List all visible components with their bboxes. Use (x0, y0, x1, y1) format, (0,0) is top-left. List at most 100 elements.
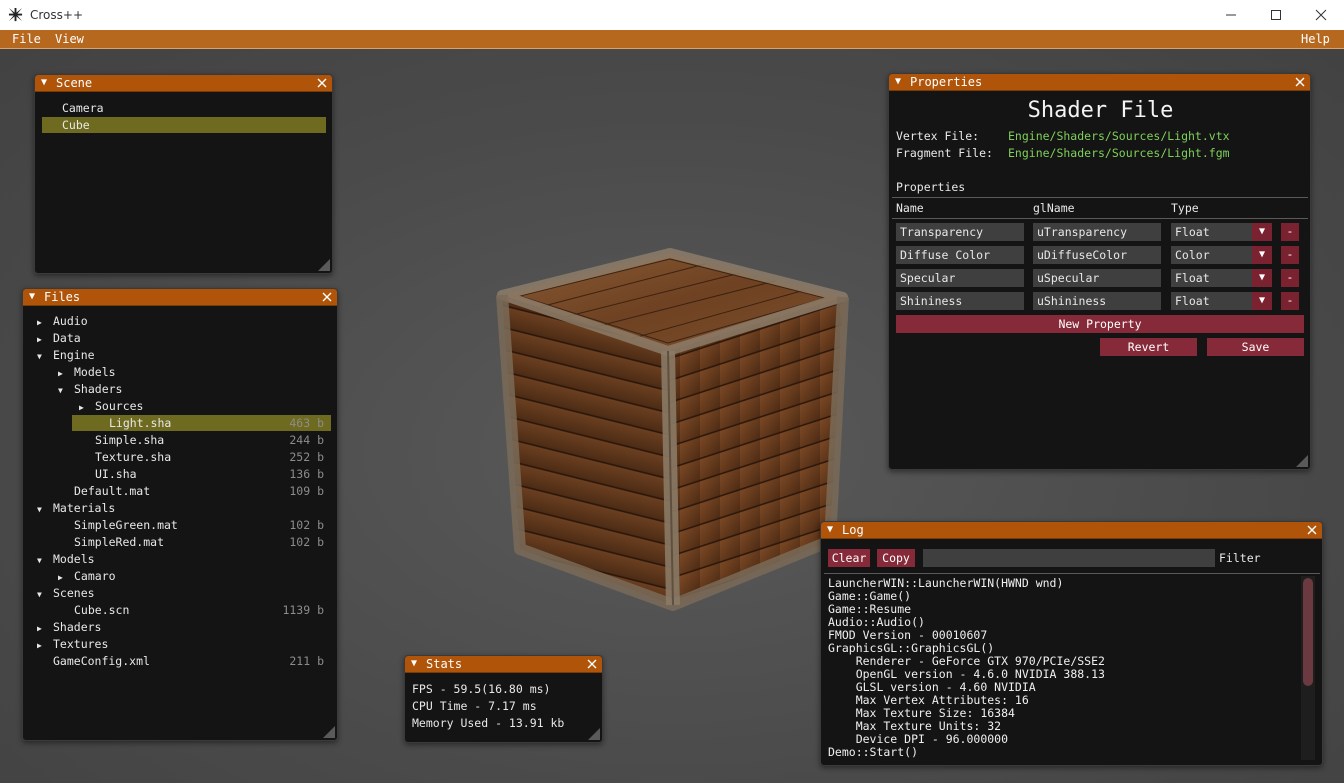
maximize-icon (1271, 10, 1281, 20)
expanded-triangle-icon[interactable]: ▼ (37, 502, 49, 518)
dropdown-arrow-icon[interactable]: ▼ (1252, 269, 1272, 287)
divider (824, 573, 1320, 574)
log-filter-input[interactable] (923, 549, 1215, 567)
file-tree-label: Shaders (53, 620, 102, 634)
collapse-triangle-icon[interactable]: ▼ (29, 291, 35, 302)
collapsed-triangle-icon[interactable]: ▶ (37, 332, 49, 348)
property-glname-input[interactable]: uDiffuseColor (1033, 246, 1161, 264)
collapsed-triangle-icon[interactable]: ▶ (58, 570, 70, 586)
file-tree-item[interactable]: SimpleRed.mat 102 b (37, 534, 324, 550)
files-panel-header[interactable]: ▼ Files (23, 289, 337, 306)
file-tree-item[interactable]: ▶ Sources (37, 398, 324, 414)
file-tree-item[interactable]: ▶ Camaro (37, 568, 324, 584)
resize-grip[interactable] (323, 726, 335, 738)
log-scrollbar-thumb[interactable] (1303, 578, 1313, 686)
remove-property-button[interactable]: - (1281, 292, 1299, 310)
properties-panel-header[interactable]: ▼ Properties (889, 74, 1310, 91)
property-type-select[interactable]: Float ▼ (1171, 223, 1272, 241)
menu-file[interactable]: File (12, 32, 41, 46)
property-name-input[interactable]: Shininess (896, 292, 1024, 310)
property-type-select[interactable]: Float ▼ (1171, 269, 1272, 287)
scene-item-camera[interactable]: Camera (42, 100, 326, 116)
file-tree-item[interactable]: GameConfig.xml 211 b (37, 653, 324, 669)
file-tree-item[interactable]: ▼ Engine (37, 347, 324, 363)
menu-view[interactable]: View (55, 32, 84, 46)
properties-panel: ▼ Properties Shader File Vertex File: En… (888, 73, 1311, 470)
file-tree-item[interactable]: ▼ Models (37, 551, 324, 567)
file-tree-item[interactable]: ▼ Shaders (37, 381, 324, 397)
new-property-button[interactable]: New Property (896, 315, 1304, 333)
stats-panel-header[interactable]: ▼ Stats (405, 656, 602, 673)
file-tree-item[interactable]: ▶ Textures (37, 636, 324, 652)
expanded-triangle-icon[interactable]: ▼ (37, 553, 49, 569)
property-glname-input[interactable]: uShininess (1033, 292, 1161, 310)
close-icon[interactable] (316, 77, 328, 89)
scene-panel-header[interactable]: ▼ Scene (35, 75, 332, 92)
clear-log-button[interactable]: Clear (828, 549, 870, 567)
collapse-triangle-icon[interactable]: ▼ (411, 658, 417, 669)
property-name-input[interactable]: Specular (896, 269, 1024, 287)
log-output[interactable]: LauncherWIN::LauncherWIN(HWND wnd) Game::… (821, 575, 1299, 761)
resize-grip[interactable] (588, 728, 600, 740)
collapse-triangle-icon[interactable]: ▼ (827, 524, 833, 535)
property-name-input[interactable]: Transparency (896, 223, 1024, 241)
property-type-select[interactable]: Float ▼ (1171, 292, 1272, 310)
close-icon[interactable] (1306, 524, 1318, 536)
file-tree-item[interactable]: ▼ Materials (37, 500, 324, 516)
menu-help[interactable]: Help (1301, 32, 1330, 46)
file-tree-item[interactable]: ▶ Shaders (37, 619, 324, 635)
file-tree-item[interactable]: Default.mat 109 b (37, 483, 324, 499)
property-glname-input[interactable]: uTransparency (1033, 223, 1161, 241)
close-icon[interactable] (321, 291, 333, 303)
remove-property-button[interactable]: - (1281, 246, 1299, 264)
expanded-triangle-icon[interactable]: ▼ (58, 383, 70, 399)
resize-grip[interactable] (318, 259, 330, 271)
maximize-button[interactable] (1253, 0, 1299, 30)
title-bar: Cross++ (0, 0, 1344, 30)
minimize-icon (1226, 14, 1236, 16)
file-tree-item[interactable]: UI.sha 136 b (37, 466, 324, 482)
file-tree-item[interactable]: SimpleGreen.mat 102 b (37, 517, 324, 533)
file-tree-item[interactable]: ▶ Models (37, 364, 324, 380)
file-tree-item[interactable]: Cube.scn 1139 b (37, 602, 324, 618)
filter-label: Filter (1219, 551, 1261, 565)
file-tree-item[interactable]: ▼ Scenes (37, 585, 324, 601)
resize-grip[interactable] (1296, 455, 1308, 467)
expanded-triangle-icon[interactable]: ▼ (37, 349, 49, 365)
file-tree-label: Materials (53, 501, 116, 515)
collapsed-triangle-icon[interactable]: ▶ (37, 315, 49, 331)
minimize-button[interactable] (1208, 0, 1254, 30)
fragment-file-path: Engine/Shaders/Sources/Light.fgm (1008, 146, 1230, 160)
file-tree-item[interactable]: ▶ Audio (37, 313, 324, 329)
close-window-button[interactable] (1298, 0, 1344, 30)
collapsed-triangle-icon[interactable]: ▶ (79, 400, 91, 416)
expanded-triangle-icon[interactable]: ▼ (37, 587, 49, 603)
property-glname-input[interactable]: uSpecular (1033, 269, 1161, 287)
save-button[interactable]: Save (1207, 338, 1304, 356)
close-icon[interactable] (1294, 76, 1306, 88)
collapsed-triangle-icon[interactable]: ▶ (37, 621, 49, 637)
property-type-select[interactable]: Color ▼ (1171, 246, 1272, 264)
dropdown-arrow-icon[interactable]: ▼ (1252, 292, 1272, 310)
file-tree-item[interactable]: Light.sha 463 b (72, 415, 331, 431)
log-panel-header[interactable]: ▼ Log (821, 522, 1322, 539)
close-icon[interactable] (586, 658, 598, 670)
file-tree-item[interactable]: Simple.sha 244 b (37, 432, 324, 448)
file-tree-item[interactable]: Texture.sha 252 b (37, 449, 324, 465)
copy-log-button[interactable]: Copy (877, 549, 915, 567)
collapse-triangle-icon[interactable]: ▼ (895, 76, 901, 87)
property-name-input[interactable]: Diffuse Color (896, 246, 1024, 264)
remove-property-button[interactable]: - (1281, 269, 1299, 287)
collapsed-triangle-icon[interactable]: ▶ (58, 366, 70, 382)
file-tree-label: GameConfig.xml (53, 654, 150, 668)
revert-button[interactable]: Revert (1100, 338, 1197, 356)
remove-property-button[interactable]: - (1281, 223, 1299, 241)
scene-panel: ▼ Scene Camera Cube (34, 74, 333, 274)
file-tree-item[interactable]: ▶ Data (37, 330, 324, 346)
collapsed-triangle-icon[interactable]: ▶ (37, 638, 49, 654)
scene-item-cube[interactable]: Cube (42, 117, 326, 133)
log-scrollbar[interactable] (1301, 576, 1315, 760)
dropdown-arrow-icon[interactable]: ▼ (1252, 223, 1272, 241)
dropdown-arrow-icon[interactable]: ▼ (1252, 246, 1272, 264)
collapse-triangle-icon[interactable]: ▼ (41, 77, 47, 88)
